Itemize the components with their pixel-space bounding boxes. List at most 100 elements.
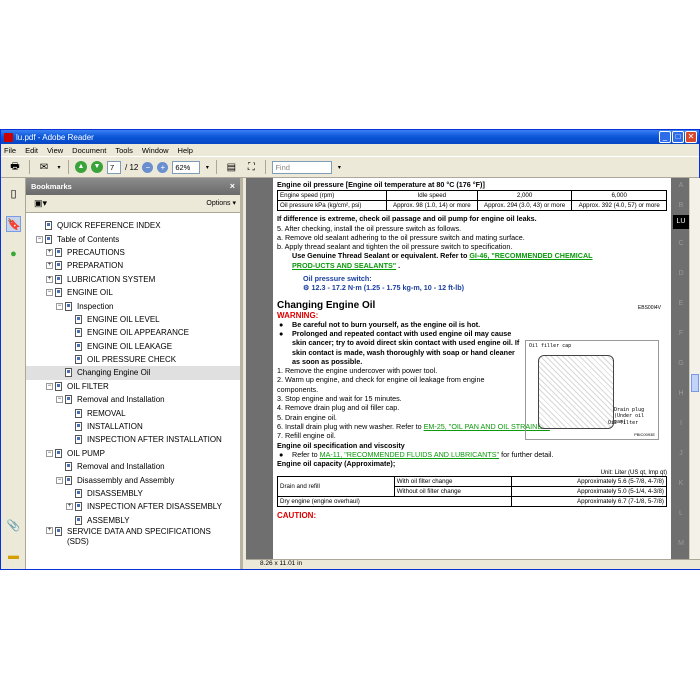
collapse-icon[interactable]: − (46, 289, 53, 297)
bookmarks-icon[interactable]: 🔖 (6, 216, 21, 232)
pages-icon[interactable]: ▯ (6, 186, 21, 202)
index-tab[interactable]: D (673, 270, 689, 277)
collapse-icon[interactable]: − (46, 382, 53, 390)
bookmark-label: Removal and Installation (77, 395, 165, 405)
menu-file[interactable]: File (4, 146, 16, 155)
menu-help[interactable]: Help (178, 146, 193, 155)
expand-icon[interactable]: + (46, 526, 53, 534)
index-tab[interactable]: G (673, 360, 689, 367)
bookmark-item[interactable]: − Disassembly and Assembly (26, 473, 240, 486)
index-tab[interactable]: C (673, 240, 689, 247)
collapse-icon[interactable]: − (56, 476, 63, 484)
menu-window[interactable]: Window (142, 146, 169, 155)
expand-icon[interactable]: + (46, 248, 53, 256)
index-tab[interactable]: E (673, 300, 689, 307)
collapse-icon[interactable]: − (36, 235, 43, 243)
find-input[interactable]: Find (272, 160, 333, 174)
print-icon[interactable]: 🖶 (7, 160, 23, 174)
bookmark-item[interactable]: + SERVICE DATA AND SPECIFICATIONS (SDS) (26, 526, 240, 549)
chevron-down-icon[interactable]: ▾ (336, 160, 342, 174)
attachments-icon[interactable]: 📎 (6, 518, 21, 534)
bookmark-item[interactable]: + INSPECTION AFTER DISASSEMBLY (26, 500, 240, 513)
maximize-button[interactable]: □ (672, 131, 684, 143)
close-button[interactable]: ✕ (685, 131, 697, 143)
close-panel-icon[interactable]: × (230, 181, 235, 191)
bookmark-item[interactable]: + PREPARATION (26, 259, 240, 272)
index-tab[interactable]: F (673, 330, 689, 337)
index-tab[interactable]: K (673, 480, 689, 487)
bookmark-item[interactable]: − ENGINE OIL (26, 286, 240, 299)
zoom-out-icon[interactable]: − (142, 161, 154, 173)
bookmark-item[interactable]: Removal and Installation (26, 460, 240, 473)
table-cell: Without oil filter change (393, 486, 512, 498)
collapse-icon[interactable]: − (46, 449, 53, 457)
index-tab[interactable]: L (673, 510, 689, 517)
step-text: b. Apply thread sealant and tighten the … (277, 242, 513, 252)
vertical-scrollbar[interactable] (689, 178, 700, 559)
bookmark-item[interactable]: ENGINE OIL APPEARANCE (26, 326, 240, 339)
full-screen-icon[interactable]: ⛶ (243, 160, 259, 174)
bookmark-item[interactable]: Changing Engine Oil (26, 366, 240, 380)
menu-view[interactable]: View (47, 146, 63, 155)
fluids-link[interactable]: MA-11, "RECOMMENDED FLUIDS AND LUBRICANT… (320, 450, 500, 459)
bookmark-item[interactable]: − Inspection (26, 299, 240, 312)
window-title: lu.pdf - Adobe Reader (16, 132, 94, 142)
previous-page-icon[interactable]: ▲ (75, 161, 87, 173)
page-total: / 12 (125, 162, 139, 172)
switch-label: Oil pressure switch: (303, 274, 372, 284)
chevron-down-icon[interactable]: ▾ (204, 160, 210, 174)
zoom-input[interactable]: 62% (172, 160, 201, 174)
pressure-heading: Engine oil pressure [Engine oil temperat… (277, 180, 485, 189)
document-viewport[interactable]: Engine oil pressure [Engine oil temperat… (246, 178, 689, 559)
page-number-input[interactable]: 7 (107, 160, 121, 174)
bookmark-item[interactable]: INSTALLATION (26, 420, 240, 433)
fit-page-icon[interactable]: ▤ (223, 160, 239, 174)
index-tab[interactable]: J (673, 450, 689, 457)
bookmark-item[interactable]: ASSEMBLY (26, 514, 240, 527)
comments-icon[interactable]: ▬ (6, 548, 21, 564)
figure-label-filter: Oil filter (608, 420, 639, 426)
bookmark-page-icon (45, 221, 52, 231)
chevron-down-icon[interactable]: ▾ (56, 160, 62, 174)
menu-edit[interactable]: Edit (25, 146, 38, 155)
bookmark-item[interactable]: − OIL PUMP (26, 447, 240, 460)
expand-icon[interactable]: + (46, 262, 53, 270)
bookmark-item[interactable]: INSPECTION AFTER INSTALLATION (26, 433, 240, 446)
engine-figure: Oil filler cap Drain plug (Under oil pan… (525, 340, 659, 440)
bookmark-page-icon (65, 395, 72, 405)
index-tab[interactable]: H (673, 390, 689, 397)
bookmark-item[interactable]: − Table of Contents (26, 232, 240, 245)
bookmark-item[interactable]: DISASSEMBLY (26, 487, 240, 500)
bookmark-item[interactable]: QUICK REFERENCE INDEX (26, 219, 240, 232)
help-icon[interactable]: ● (6, 246, 21, 262)
index-tab[interactable]: A (673, 182, 689, 189)
next-page-icon[interactable]: ▼ (91, 161, 103, 173)
scrollbar-thumb[interactable] (691, 374, 699, 392)
expand-icon[interactable]: + (66, 503, 73, 511)
zoom-in-icon[interactable]: + (157, 161, 169, 173)
collapse-icon[interactable]: − (56, 302, 63, 310)
spec-item: ● Refer to MA-11, "RECOMMENDED FLUIDS AND… (277, 450, 667, 459)
index-tab[interactable]: M (673, 540, 689, 547)
bookmark-item[interactable]: OIL PRESSURE CHECK (26, 353, 240, 366)
bookmark-item[interactable]: − Removal and Installation (26, 393, 240, 406)
index-tab[interactable]: B (673, 202, 689, 209)
email-icon[interactable]: ✉ (36, 160, 52, 174)
index-tab[interactable]: I (673, 420, 689, 427)
index-tab[interactable]: LU (673, 215, 689, 229)
menu-tools[interactable]: Tools (115, 146, 133, 155)
collapse-icon[interactable]: − (56, 396, 63, 404)
bookmark-item[interactable]: ENGINE OIL LEVEL (26, 313, 240, 326)
bookmark-item[interactable]: REMOVAL (26, 406, 240, 419)
menu-document[interactable]: Document (72, 146, 106, 155)
bookmark-item[interactable]: − OIL FILTER (26, 380, 240, 393)
bookmark-item[interactable]: ENGINE OIL LEAKAGE (26, 340, 240, 353)
new-bookmark-icon[interactable]: ▣▾ (34, 198, 47, 209)
minimize-button[interactable]: _ (659, 131, 671, 143)
title-bar[interactable]: lu.pdf - Adobe Reader _ □ ✕ (1, 130, 699, 144)
expand-icon[interactable]: + (46, 275, 53, 283)
options-menu[interactable]: Options ▾ (206, 199, 236, 207)
bookmark-item[interactable]: + LUBRICATION SYSTEM (26, 273, 240, 286)
bookmark-item[interactable]: + PRECAUTIONS (26, 246, 240, 259)
bookmark-label: OIL PUMP (67, 448, 105, 458)
